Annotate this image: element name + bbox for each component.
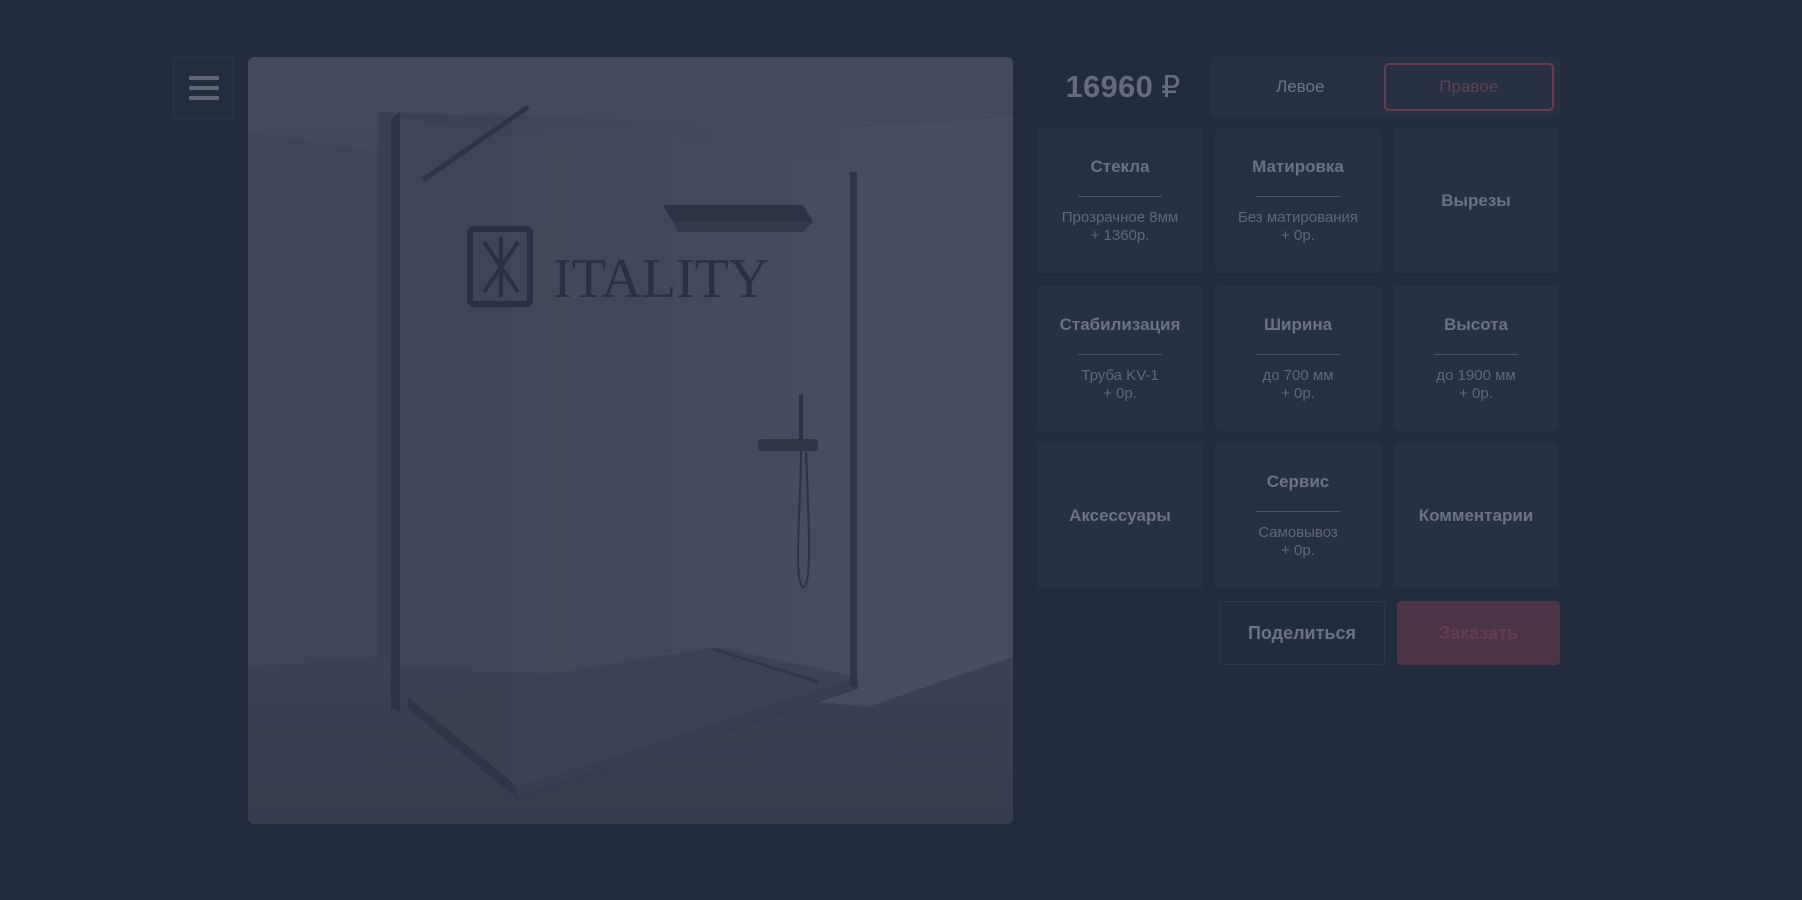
divider: [1256, 510, 1340, 512]
option-tile-stabilization[interactable]: Стабилизация Труба KV-1 + 0р.: [1037, 286, 1203, 431]
divider: [1256, 195, 1340, 197]
side-toggle: Левое Правое: [1211, 57, 1560, 117]
option-price: + 1360р.: [1090, 226, 1150, 244]
option-title: Вырезы: [1441, 190, 1511, 210]
hamburger-icon-bar: [188, 86, 219, 90]
option-price: + 0р.: [1281, 541, 1315, 559]
share-button[interactable]: Поделиться: [1219, 601, 1385, 665]
divider: [1434, 353, 1518, 355]
option-title: Комментарии: [1418, 505, 1534, 525]
divider: [1078, 195, 1162, 197]
divider: [1078, 353, 1162, 355]
price-display: 16960 ₽: [1048, 60, 1198, 114]
option-title: Стабилизация: [1059, 314, 1181, 334]
option-tile-width[interactable]: Ширина до 700 мм + 0р.: [1215, 286, 1381, 431]
option-title: Аксессуары: [1069, 505, 1171, 525]
hamburger-icon-bar: [188, 96, 219, 100]
brand-logo-text: ITALITY: [553, 248, 769, 310]
option-value: Без матирования: [1237, 208, 1359, 226]
hamburger-icon-bar: [188, 76, 219, 80]
option-tile-glass[interactable]: Стекла Прозрачное 8мм + 1360р.: [1037, 128, 1203, 273]
price-amount: 16960: [1065, 69, 1154, 104]
side-option-left[interactable]: Левое: [1217, 63, 1384, 111]
menu-button[interactable]: [173, 57, 234, 119]
divider: [1256, 353, 1340, 355]
option-tile-cutouts[interactable]: Вырезы: [1393, 128, 1559, 273]
option-price: + 0р.: [1281, 226, 1315, 244]
option-tile-comments[interactable]: Комментарии: [1393, 443, 1559, 588]
option-value: Самовывоз: [1258, 523, 1338, 541]
option-value: Труба KV-1: [1081, 366, 1159, 384]
product-preview-image: ITALITY: [248, 57, 1013, 824]
option-value: до 1900 мм: [1436, 366, 1516, 384]
option-tile-height[interactable]: Высота до 1900 мм + 0р.: [1393, 286, 1559, 431]
option-tile-frosting[interactable]: Матировка Без матирования + 0р.: [1215, 128, 1381, 273]
order-button[interactable]: Заказать: [1397, 601, 1560, 665]
currency-symbol: ₽: [1161, 70, 1181, 104]
side-option-right[interactable]: Правое: [1383, 63, 1554, 111]
option-tile-accessories[interactable]: Аксессуары: [1037, 443, 1203, 588]
option-title: Стекла: [1090, 156, 1150, 176]
option-price: + 0р.: [1281, 384, 1315, 402]
option-title: Ширина: [1263, 314, 1333, 334]
option-tile-service[interactable]: Сервис Самовывоз + 0р.: [1215, 443, 1381, 588]
option-price: + 0р.: [1459, 384, 1493, 402]
option-title: Матировка: [1252, 156, 1344, 176]
option-value: до 700 мм: [1262, 366, 1334, 384]
option-title: Сервис: [1266, 471, 1330, 491]
option-title: Высота: [1444, 314, 1508, 334]
option-price: + 0р.: [1103, 384, 1137, 402]
option-value: Прозрачное 8мм: [1061, 208, 1179, 226]
